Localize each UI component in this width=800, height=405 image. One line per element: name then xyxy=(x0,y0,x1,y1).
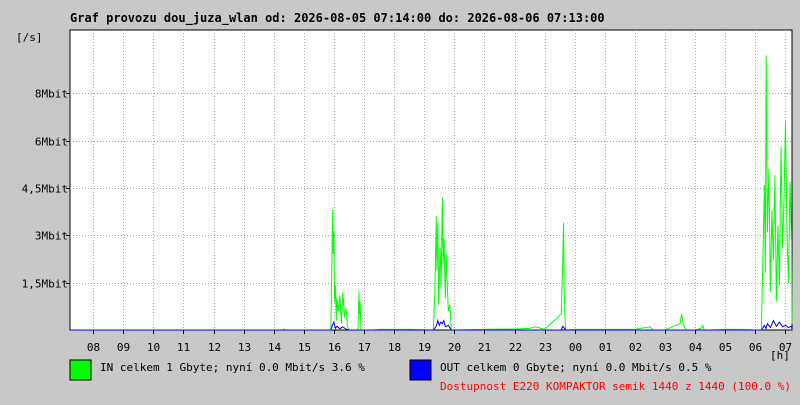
x-tick-label: 15 xyxy=(298,341,311,354)
x-tick-label: 20 xyxy=(448,341,461,354)
x-axis-unit: [h] xyxy=(770,349,790,362)
y-tick-label: 6Mbit xyxy=(35,136,68,149)
legend-in-swatch xyxy=(69,359,92,381)
x-tick-label: 01 xyxy=(599,341,612,354)
availability-text: Dostupnost E220 KOMPAKTOR semik 1440 z 1… xyxy=(440,380,791,393)
y-tick-label: 8Mbit xyxy=(35,88,68,101)
x-tick-label: 22 xyxy=(509,341,522,354)
x-tick-label: 12 xyxy=(208,341,221,354)
y-tick-label: 4,5Mbit xyxy=(22,183,68,196)
y-tick-label: 3Mbit xyxy=(35,230,68,243)
x-tick-label: 05 xyxy=(719,341,732,354)
y-axis: 1,5Mbit 3Mbit 4,5Mbit 6Mbit 8Mbit xyxy=(22,88,70,291)
x-tick-label: 06 xyxy=(749,341,762,354)
y-axis-unit: [/s] xyxy=(16,31,43,44)
legend-out-label: OUT celkem 0 Gbyte; nyní 0.0 Mbit/s 0.5 … xyxy=(440,361,712,374)
x-tick-label: 04 xyxy=(689,341,703,354)
x-tick-label: 09 xyxy=(117,341,130,354)
x-tick-label: 10 xyxy=(147,341,160,354)
x-tick-label: 23 xyxy=(539,341,552,354)
traffic-graph: Graf provozu dou_juza_wlan od: 2026-08-0… xyxy=(0,0,800,400)
plot-area xyxy=(69,29,793,331)
legend-out-swatch xyxy=(409,359,432,381)
x-tick-label: 02 xyxy=(629,341,642,354)
x-tick-label: 08 xyxy=(87,341,100,354)
y-tick-label: 1,5Mbit xyxy=(22,278,68,291)
x-tick-label: 00 xyxy=(569,341,582,354)
x-tick-label: 11 xyxy=(177,341,190,354)
x-tick-label: 03 xyxy=(659,341,672,354)
chart-title: Graf provozu dou_juza_wlan od: 2026-08-0… xyxy=(70,11,605,26)
traffic-chart: Graf provozu dou_juza_wlan od: 2026-08-0… xyxy=(16,11,793,393)
legend-in-label: IN celkem 1 Gbyte; nyní 0.0 Mbit/s 3.6 % xyxy=(100,361,365,374)
x-tick-label: 13 xyxy=(238,341,251,354)
x-tick-label: 14 xyxy=(268,341,282,354)
x-tick-label: 17 xyxy=(358,341,371,354)
x-axis: 08 09 10 11 12 13 14 15 16 17 18 19 20 21 22 23 00 01 02 03… xyxy=(87,330,792,354)
x-tick-label: 19 xyxy=(418,341,431,354)
x-tick-label: 18 xyxy=(388,341,401,354)
x-tick-label: 16 xyxy=(328,341,341,354)
x-tick-label: 21 xyxy=(478,341,491,354)
